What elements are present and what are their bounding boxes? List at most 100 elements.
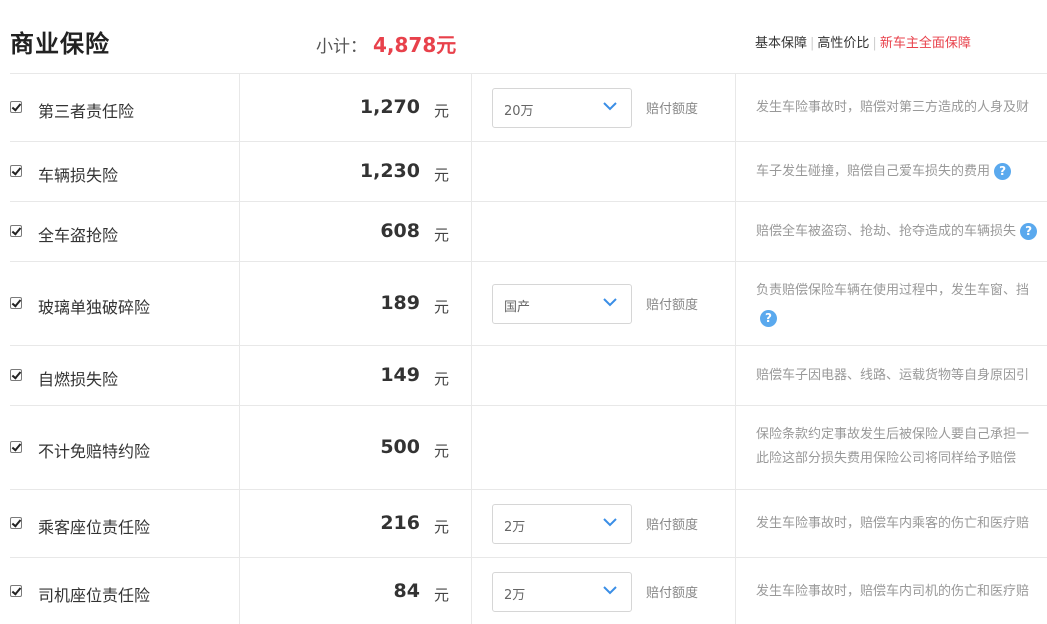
insurance-description: 发生车险事故时，赔偿车内乘客的伤亡和医疗赔: [756, 512, 1029, 536]
table-row: 乘客座位责任险 216 元 2万 赔付额度 发生车险事故时，赔偿车内乘客的伤亡和医疗赔: [10, 490, 1047, 558]
insurance-price: 189: [380, 292, 420, 314]
chevron-down-icon: [603, 586, 617, 595]
insurance-checkbox[interactable]: [10, 369, 22, 381]
description-text: 赔偿全车被盗窃、抢劫、抢夺造成的车辆损失: [756, 224, 1017, 239]
subtotal-value: 4,878元: [373, 33, 457, 57]
column-divider: [735, 558, 736, 624]
plan-basic-link[interactable]: 基本保障: [755, 36, 807, 51]
price-unit: 元: [434, 298, 450, 316]
table-row: 司机座位责任险 84 元 2万 赔付额度 发生车险事故时，赔偿车内司机的伤亡和医疗赔: [10, 558, 1047, 624]
column-divider: [239, 346, 240, 405]
column-divider: [239, 406, 240, 489]
plan-full-link[interactable]: 新车主全面保障: [880, 36, 971, 51]
help-icon[interactable]: ?: [994, 163, 1012, 180]
column-divider: [239, 142, 240, 201]
insurance-description: 发生车险事故时，赔偿车内司机的伤亡和医疗赔: [756, 580, 1029, 604]
column-divider: [239, 202, 240, 261]
insurance-name: 全车盗抢险: [38, 226, 119, 245]
section-header: 商业保险 小计： 4,878元 基本保障 | 高性价比 | 新车主全面保障: [0, 0, 1047, 74]
coverage-value: 20万: [504, 104, 534, 119]
coverage-label: 赔付额度: [646, 586, 699, 601]
insurance-price: 1,230: [359, 160, 420, 182]
insurance-description: 保险条款约定事故发生后被保险人要自己承担一 此险这部分损失费用保险公司将同样给予赔…: [756, 423, 1029, 471]
insurance-name: 自燃损失险: [38, 370, 119, 389]
column-divider: [471, 406, 472, 489]
column-divider: [735, 346, 736, 405]
column-divider: [471, 262, 472, 345]
chevron-down-icon: [603, 298, 617, 307]
chevron-down-icon: [603, 518, 617, 527]
description-line: 赔偿车子因电器、线路、运载货物等自身原因引: [756, 368, 1030, 383]
subtotal: 小计： 4,878元: [316, 29, 456, 58]
plan-value-link[interactable]: 高性价比: [817, 36, 869, 51]
coverage-value: 国产: [504, 300, 531, 315]
price-unit: 元: [434, 102, 450, 120]
price-unit: 元: [434, 226, 450, 244]
price-unit: 元: [434, 166, 450, 184]
help-icon[interactable]: ?: [1020, 223, 1038, 240]
price-unit: 元: [434, 370, 450, 388]
coverage-select[interactable]: 2万: [492, 572, 632, 612]
insurance-name: 乘客座位责任险: [38, 518, 151, 537]
column-divider: [735, 74, 736, 141]
insurance-description: 赔偿车子因电器、线路、运载货物等自身原因引: [756, 364, 1029, 388]
coverage-label: 赔付额度: [646, 102, 699, 117]
table-row: 玻璃单独破碎险 189 元 国产 赔付额度 负责赔偿保险车辆在使用过程中，发生车窗、挡…: [10, 262, 1047, 346]
column-divider: [471, 558, 472, 624]
insurance-description: 发生车险事故时，赔偿对第三方造成的人身及财: [756, 96, 1029, 120]
description-line: 车子发生碰撞，赔偿自己爱车损失的费用 ?: [756, 160, 1012, 184]
column-divider: [239, 262, 240, 345]
column-divider: [735, 262, 736, 345]
table-row: 全车盗抢险 608 元 赔偿全车被盗窃、抢劫、抢夺造成的车辆损失 ?: [10, 202, 1047, 262]
description-line: 发生车险事故时，赔偿对第三方造成的人身及财: [756, 100, 1030, 115]
coverage-label: 赔付额度: [646, 518, 699, 533]
insurance-checkbox[interactable]: [10, 441, 22, 453]
column-divider: [735, 406, 736, 489]
description-line: 发生车险事故时，赔偿车内司机的伤亡和医疗赔: [756, 584, 1030, 599]
column-divider: [735, 142, 736, 201]
insurance-name: 不计免赔特约险: [38, 442, 151, 461]
description-line: 保险条款约定事故发生后被保险人要自己承担一: [756, 427, 1030, 442]
subtotal-label: 小计：: [316, 37, 367, 57]
price-unit: 元: [434, 586, 450, 604]
column-divider: [239, 490, 240, 557]
column-divider: [735, 202, 736, 261]
column-divider: [239, 558, 240, 624]
help-row: ?: [756, 307, 1029, 331]
coverage-select[interactable]: 20万: [492, 88, 632, 128]
description-line: 此险这部分损失费用保险公司将同样给予赔偿: [756, 451, 1017, 466]
section-title: 商业保险: [10, 30, 110, 58]
column-divider: [735, 490, 736, 557]
column-divider: [471, 142, 472, 201]
description-line: 负责赔偿保险车辆在使用过程中，发生车窗、挡: [756, 283, 1030, 298]
insurance-checkbox[interactable]: [10, 225, 22, 237]
insurance-checkbox[interactable]: [10, 165, 22, 177]
help-icon[interactable]: ?: [760, 310, 777, 327]
plan-separator: |: [810, 36, 815, 51]
insurance-price: 1,270: [359, 96, 420, 118]
coverage-select[interactable]: 国产: [492, 284, 632, 324]
coverage-select[interactable]: 2万: [492, 504, 632, 544]
table-row: 第三者责任险 1,270 元 20万 赔付额度 发生车险事故时，赔偿对第三方造成的人身…: [10, 74, 1047, 142]
insurance-checkbox[interactable]: [10, 101, 22, 113]
description-line: 发生车险事故时，赔偿车内乘客的伤亡和医疗赔: [756, 516, 1030, 531]
insurance-table: 第三者责任险 1,270 元 20万 赔付额度 发生车险事故时，赔偿对第三方造成的人身…: [10, 73, 1047, 624]
coverage-value: 2万: [504, 588, 526, 603]
insurance-price: 216: [380, 512, 420, 534]
price-unit: 元: [434, 518, 450, 536]
insurance-description: 赔偿全车被盗窃、抢劫、抢夺造成的车辆损失 ?: [756, 220, 1038, 244]
column-divider: [471, 74, 472, 141]
insurance-price: 608: [380, 220, 420, 242]
price-unit: 元: [434, 442, 450, 460]
insurance-checkbox[interactable]: [10, 517, 22, 529]
plan-separator: |: [872, 36, 877, 51]
insurance-checkbox[interactable]: [10, 585, 22, 597]
insurance-name: 车辆损失险: [38, 166, 119, 185]
insurance-description: 负责赔偿保险车辆在使用过程中，发生车窗、挡?: [756, 279, 1029, 331]
insurance-name: 司机座位责任险: [38, 586, 151, 605]
insurance-description: 车子发生碰撞，赔偿自己爱车损失的费用 ?: [756, 160, 1012, 184]
insurance-checkbox[interactable]: [10, 297, 22, 309]
column-divider: [471, 202, 472, 261]
insurance-price: 500: [380, 436, 420, 458]
coverage-label: 赔付额度: [646, 298, 699, 313]
